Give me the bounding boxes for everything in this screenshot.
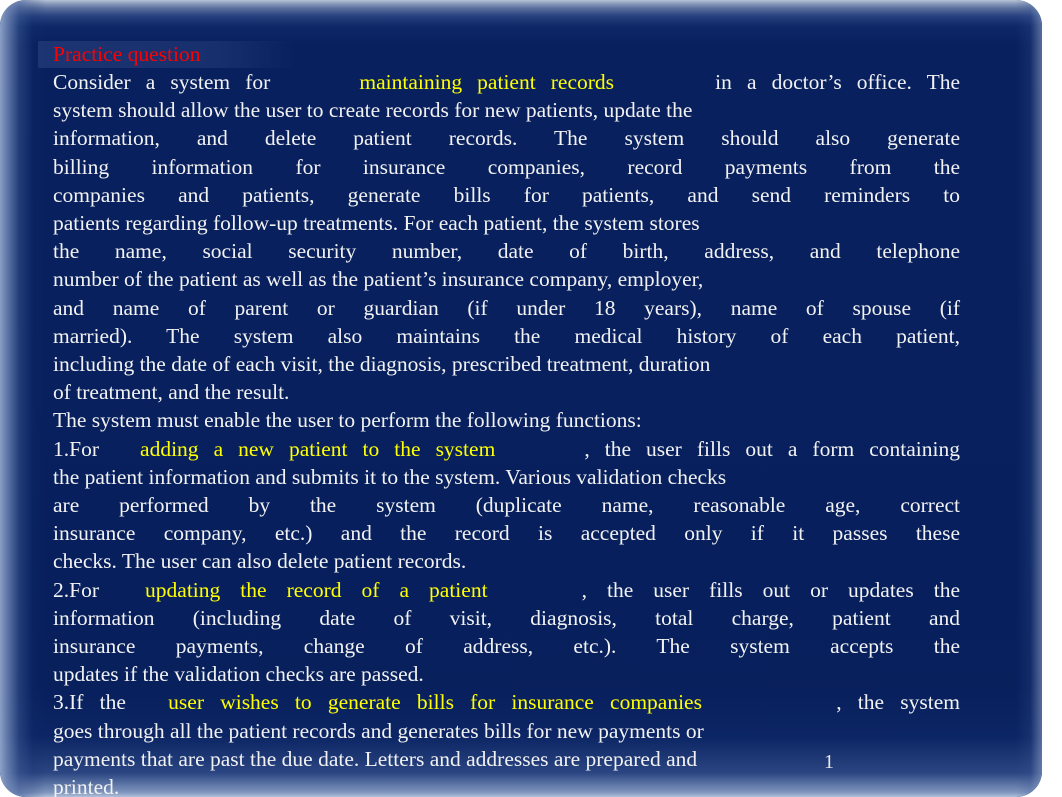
text-spacer xyxy=(114,435,140,463)
text-spacer xyxy=(285,68,359,96)
slide-right-edge-glow xyxy=(1016,0,1042,797)
slide-text-line: information, and delete patient records.… xyxy=(53,124,960,152)
body-text-run: are performed by the system (duplicate n… xyxy=(53,493,960,518)
body-text-run: goes through all the patient records and… xyxy=(53,718,704,743)
text-spacer xyxy=(119,576,145,604)
body-text-run: printed. xyxy=(53,775,120,797)
highlighted-phrase: adding a new patient to the system xyxy=(140,436,496,461)
body-text-run: updates if the validation checks are pas… xyxy=(53,662,424,687)
slide-text-line: the name, social security number, date o… xyxy=(53,237,960,265)
body-text-run: 1.For xyxy=(53,436,99,461)
slide-text-line: information (including date of visit, di… xyxy=(53,604,960,632)
text-spacer xyxy=(510,435,584,463)
body-text-run: in a doctor’s office. The xyxy=(715,70,961,94)
slide-text-line: insurance company, etc.) and the record … xyxy=(53,519,960,547)
body-text-run: companies and patients, generate bills f… xyxy=(53,182,960,207)
body-text-run: the name, social security number, date o… xyxy=(53,239,960,264)
slide-page-number: 1 xyxy=(824,751,834,773)
body-text-run: The system must enable the user to perfo… xyxy=(53,408,642,433)
body-text-run: including the date of each visit, the di… xyxy=(53,352,711,377)
slide-text-line: companies and patients, generate bills f… xyxy=(53,181,960,209)
body-text-run: , the user fills out a form containing xyxy=(584,436,960,461)
slide-text-line: Consider a system for maintaining patien… xyxy=(53,68,960,96)
body-text-run: of treatment, and the result. xyxy=(53,380,290,405)
slide-text-line: patients regarding follow-up treatments.… xyxy=(53,209,960,237)
slide-text-line: checks. The user can also delete patient… xyxy=(53,547,960,575)
slide-text-line: including the date of each visit, the di… xyxy=(53,350,960,378)
body-text-run: Consider a system for xyxy=(53,70,271,94)
body-text-run: information (including date of visit, di… xyxy=(53,605,960,630)
slide-text-line: goes through all the patient records and… xyxy=(53,717,960,745)
body-text-run: , the user fills out or updates the xyxy=(581,577,961,602)
body-text-run: married). The system also maintains the … xyxy=(53,323,960,348)
page-title: Practice question xyxy=(53,42,201,66)
body-text-run: system should allow the user to create r… xyxy=(53,98,693,123)
body-text-run: , the system xyxy=(836,690,960,715)
highlighted-phrase: updating the record of a patient xyxy=(145,577,488,602)
slide-text-line: printed. xyxy=(53,773,960,797)
slide-text-line: 2.For updating the record of a patient ,… xyxy=(53,576,960,604)
body-text-run: patients regarding follow-up treatments.… xyxy=(53,211,700,236)
body-text-run: the patient information and submits it t… xyxy=(53,464,727,489)
body-text-run: 2.For xyxy=(53,577,99,602)
slide-text-line: updates if the validation checks are pas… xyxy=(53,660,960,688)
slide-text-line: and name of parent or guardian (if under… xyxy=(53,294,960,322)
presentation-slide[interactable]: Practice question Consider a system for … xyxy=(0,0,1042,797)
text-spacer xyxy=(718,688,836,716)
slide-text-line: number of the patient as well as the pat… xyxy=(53,265,960,293)
slide-text-line: the patient information and submits it t… xyxy=(53,463,960,491)
slide-text-line: 1.For adding a new patient to the system… xyxy=(53,435,960,463)
slide-text-line: system should allow the user to create r… xyxy=(53,96,960,124)
body-text-run: and name of parent or guardian (if under… xyxy=(53,295,960,320)
slide-left-edge-glow xyxy=(0,0,46,797)
body-text-run: insurance payments, change of address, e… xyxy=(53,634,960,659)
highlighted-phrase: user wishes to generate bills for insura… xyxy=(168,690,702,715)
highlighted-phrase: maintaining patient records xyxy=(359,70,615,94)
body-text-run: payments that are past the due date. Let… xyxy=(53,746,698,771)
body-text-run: insurance company, etc.) and the record … xyxy=(53,521,960,546)
slide-text-line: 3.If the user wishes to generate bills f… xyxy=(53,688,960,716)
body-text-run: checks. The user can also delete patient… xyxy=(53,549,467,574)
body-text-run: 3.If the xyxy=(53,690,126,715)
text-spacer xyxy=(142,688,168,716)
slide-text-line: are performed by the system (duplicate n… xyxy=(53,491,960,519)
slide-text-line: billing information for insurance compan… xyxy=(53,153,960,181)
slide-text-line: insurance payments, change of address, e… xyxy=(53,632,960,660)
text-spacer xyxy=(508,576,582,604)
slide-text-line: of treatment, and the result. xyxy=(53,378,960,406)
slide-text-body: Practice question Consider a system for … xyxy=(53,41,960,797)
body-text-run: number of the patient as well as the pat… xyxy=(53,267,704,292)
text-spacer xyxy=(629,68,715,96)
body-text-run: billing information for insurance compan… xyxy=(53,154,960,179)
slide-text-line: The system must enable the user to perfo… xyxy=(53,406,960,434)
body-text-run: information, and delete patient records.… xyxy=(53,126,960,151)
slide-body-lines: Consider a system for maintaining patien… xyxy=(53,68,960,797)
slide-text-line: married). The system also maintains the … xyxy=(53,322,960,350)
